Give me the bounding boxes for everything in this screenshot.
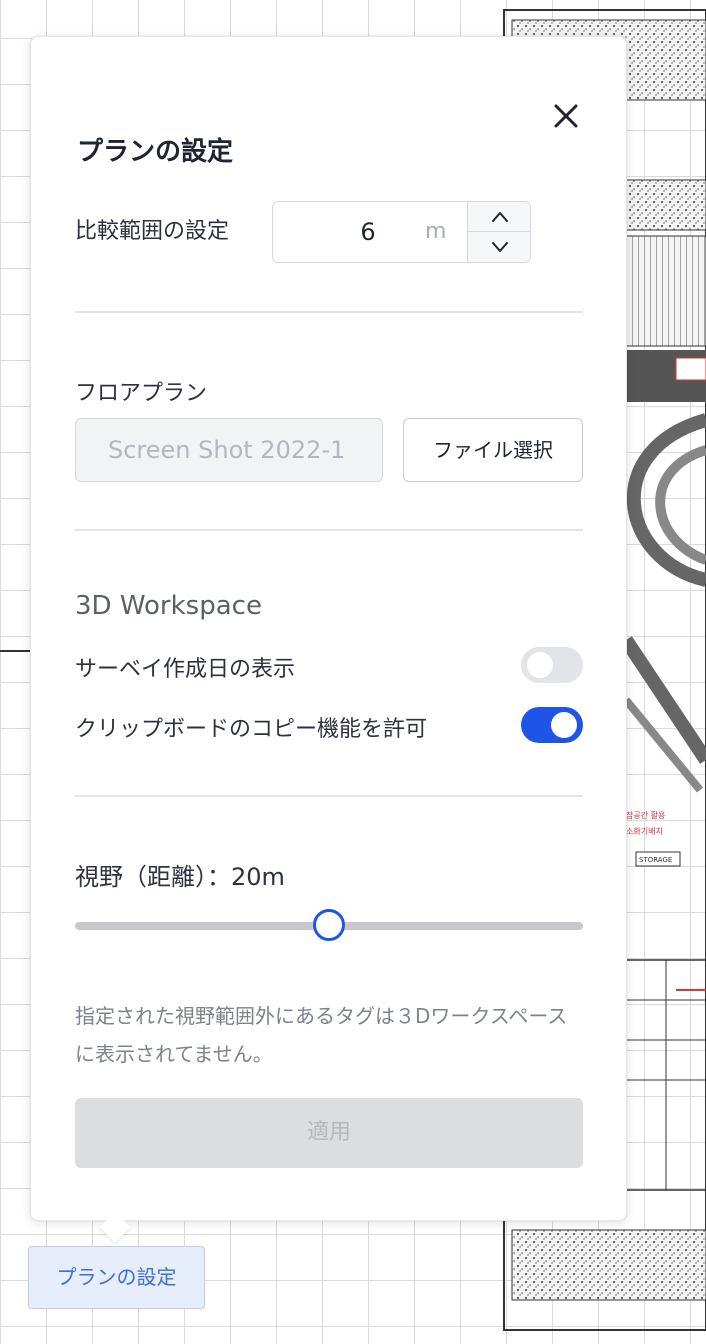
svg-text:잡공간 활용: 잡공간 활용: [626, 810, 665, 820]
survey-date-toggle-label: サーベイ作成日の表示: [75, 657, 296, 682]
svg-text:소화기배치: 소화기배치: [626, 827, 663, 836]
choose-file-button[interactable]: ファイル選択: [403, 418, 583, 482]
clipboard-toggle-label: クリップボードのコピー機能を許可: [75, 717, 428, 742]
apply-button[interactable]: 適用: [75, 1098, 583, 1168]
divider: [75, 795, 583, 797]
comparison-range-input[interactable]: 6 m: [272, 201, 531, 263]
survey-date-toggle[interactable]: [521, 647, 583, 683]
toggle-knob: [551, 712, 577, 738]
toggle-knob: [527, 652, 553, 678]
plan-settings-button[interactable]: プランの設定: [28, 1246, 205, 1309]
plan-edge-line: [0, 650, 34, 652]
clipboard-toggle[interactable]: [521, 707, 583, 743]
workspace-section-title: 3D Workspace: [75, 591, 262, 621]
view-distance-label: 視野（距離）：20m: [75, 863, 285, 891]
floorplan-label: フロアプラン: [75, 381, 208, 406]
floorplan-file-name: Screen Shot 2022-1: [75, 418, 383, 482]
comparison-range-label: 比較範囲の設定: [75, 219, 230, 244]
divider: [75, 311, 583, 313]
divider: [75, 529, 583, 531]
plan-settings-panel: プランの設定 比較範囲の設定 6 m フロアプラン Screen Shot 20…: [30, 36, 627, 1221]
chevron-down-icon[interactable]: [468, 232, 530, 262]
close-icon[interactable]: [549, 99, 583, 133]
comparison-range-stepper[interactable]: [467, 202, 530, 262]
panel-title: プランの設定: [77, 137, 234, 167]
svg-text:STORAGE: STORAGE: [639, 856, 672, 864]
comparison-range-unit: m: [425, 219, 447, 244]
view-distance-slider-thumb[interactable]: [313, 909, 345, 941]
view-distance-help-text: 指定された視野範囲外にあるタグは３Dワークスペースに表示されてません。: [75, 1004, 568, 1066]
chevron-up-icon[interactable]: [468, 202, 530, 232]
